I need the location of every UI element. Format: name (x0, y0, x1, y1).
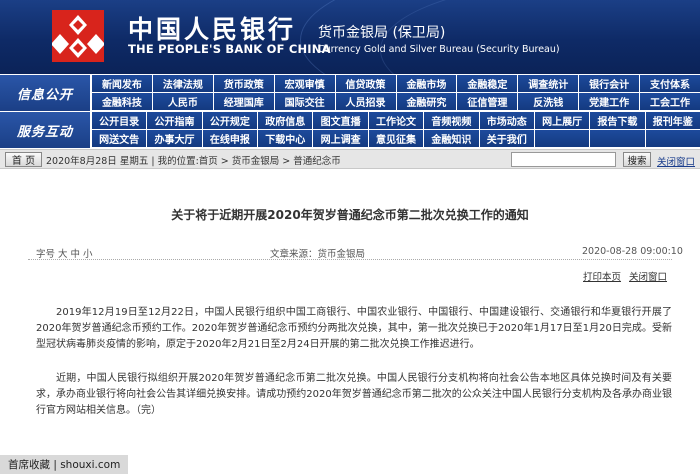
nav-item[interactable]: 人员招录 (335, 93, 396, 111)
nav-section-service[interactable]: 服务互动 (0, 112, 90, 148)
nav-item[interactable]: 人民币 (152, 93, 213, 111)
article-paragraph: 2019年12月19日至12月22日，中国人民银行组织中国工商银行、中国农业银行… (36, 307, 672, 350)
home-button[interactable]: 首 页 (5, 152, 42, 167)
nav-item[interactable]: 下载中心 (258, 130, 313, 148)
nav-item[interactable]: 关于我们 (479, 130, 534, 148)
nav-item[interactable]: 征信管理 (457, 93, 518, 111)
nav-item[interactable]: 网送文告 (92, 130, 147, 148)
nav-item[interactable]: 信贷政策 (335, 75, 396, 93)
nav-item[interactable]: 工会工作 (640, 93, 700, 111)
close-window-link[interactable]: 关闭窗口 (657, 154, 695, 168)
nav-item[interactable]: 网上调查 (313, 130, 368, 148)
nav-item[interactable]: 图文直播 (313, 112, 368, 130)
pboc-logo-icon[interactable] (52, 10, 104, 62)
nav-item[interactable]: 反洗钱 (518, 93, 579, 111)
search-input[interactable] (511, 152, 616, 167)
main-navigation: 信息公开 服务互动 新闻发布 法律法规 货币政策 宏观审慎 信贷政策 金融市场 金融稳定 调查… (0, 74, 700, 148)
nav-info-grid: 新闻发布 法律法规 货币政策 宏观审慎 信贷政策 金融市场 金融稳定 调查统计 银行会计 支付体系… (91, 75, 700, 111)
search-button[interactable]: 搜索 (623, 152, 651, 167)
breadcrumb[interactable]: 2020年8月28日 星期五 | 我的位置:首页 > 货币金银局 > 普通纪念币 (46, 153, 341, 167)
nav-item[interactable]: 金融知识 (424, 130, 479, 148)
nav-item[interactable]: 政府信息 (258, 112, 313, 130)
nav-item[interactable]: 党建工作 (579, 93, 640, 111)
article-paragraph: 近期，中国人民银行拟组织开展2020年贺岁普通纪念币第二批次兑换。中国人民银行分… (36, 373, 672, 416)
bank-name-en: THE PEOPLE'S BANK OF CHINA (128, 42, 331, 56)
article-source: 文章来源：货币金银局 (270, 249, 366, 260)
nav-item[interactable]: 银行会计 (579, 75, 640, 93)
bureau-name-en: Currency Gold and Silver Bureau (Securit… (318, 44, 560, 55)
nav-item[interactable]: 调查统计 (518, 75, 579, 93)
nav-item[interactable]: 报刊年鉴 (645, 112, 700, 130)
watermark: 首席收藏 | shouxi.com (0, 455, 129, 474)
nav-item[interactable]: 办事大厅 (147, 130, 202, 148)
nav-item[interactable]: 宏观审慎 (274, 75, 335, 93)
nav-item[interactable]: 市场动态 (479, 112, 534, 130)
bureau-name-cn: 货币金银局 (保卫局) (318, 25, 446, 41)
nav-item[interactable]: 支付体系 (640, 75, 700, 93)
nav-item[interactable]: 公开目录 (92, 112, 147, 130)
nav-item[interactable]: 意见征集 (368, 130, 424, 148)
nav-item[interactable]: 金融科技 (92, 93, 152, 111)
nav-item[interactable]: 金融研究 (396, 93, 457, 111)
nav-item[interactable]: 音频视频 (424, 112, 479, 130)
nav-item[interactable]: 新闻发布 (92, 75, 152, 93)
nav-service-grid: 公开目录 公开指南 公开规定 政府信息 图文直播 工作论文 音频视频 市场动态 网上展厅 报告下载… (91, 112, 700, 148)
nav-item[interactable]: 报告下载 (590, 112, 645, 130)
article-title: 关于将于近期开展2020年贺岁普通纪念币第二批次兑换工作的通知 (171, 208, 529, 222)
nav-item (590, 130, 645, 148)
close-window-link[interactable]: 关闭窗口 (629, 269, 667, 283)
article-date: 2020-08-28 09:00:10 (582, 246, 683, 257)
article-content: 关于将于近期开展2020年贺岁普通纪念币第二批次兑换工作的通知 字号 大 中 小… (0, 170, 700, 474)
nav-item[interactable]: 在线申报 (202, 130, 258, 148)
nav-item[interactable]: 公开规定 (202, 112, 258, 130)
nav-item[interactable]: 国际交往 (274, 93, 335, 111)
nav-item[interactable]: 网上展厅 (534, 112, 590, 130)
nav-item[interactable]: 法律法规 (152, 75, 213, 93)
nav-item[interactable]: 工作论文 (368, 112, 424, 130)
breadcrumb-bar: 首 页 2020年8月28日 星期五 | 我的位置:首页 > 货币金银局 > 普… (0, 149, 700, 169)
nav-section-info[interactable]: 信息公开 (0, 75, 90, 111)
bank-name-cn: 中国人民银行 (128, 15, 297, 44)
print-page-link[interactable]: 打印本页 (583, 269, 621, 283)
divider (28, 259, 672, 260)
nav-item[interactable]: 经理国库 (213, 93, 274, 111)
nav-item[interactable]: 公开指南 (147, 112, 202, 130)
nav-item[interactable]: 货币政策 (213, 75, 274, 93)
header-banner: 中国人民银行 THE PEOPLE'S BANK OF CHINA 货币金银局 … (0, 0, 700, 74)
nav-item (534, 130, 590, 148)
nav-item[interactable]: 金融市场 (396, 75, 457, 93)
nav-item[interactable]: 金融稳定 (457, 75, 518, 93)
font-size-selector[interactable]: 字号 大 中 小 (36, 246, 93, 260)
nav-item (645, 130, 700, 148)
